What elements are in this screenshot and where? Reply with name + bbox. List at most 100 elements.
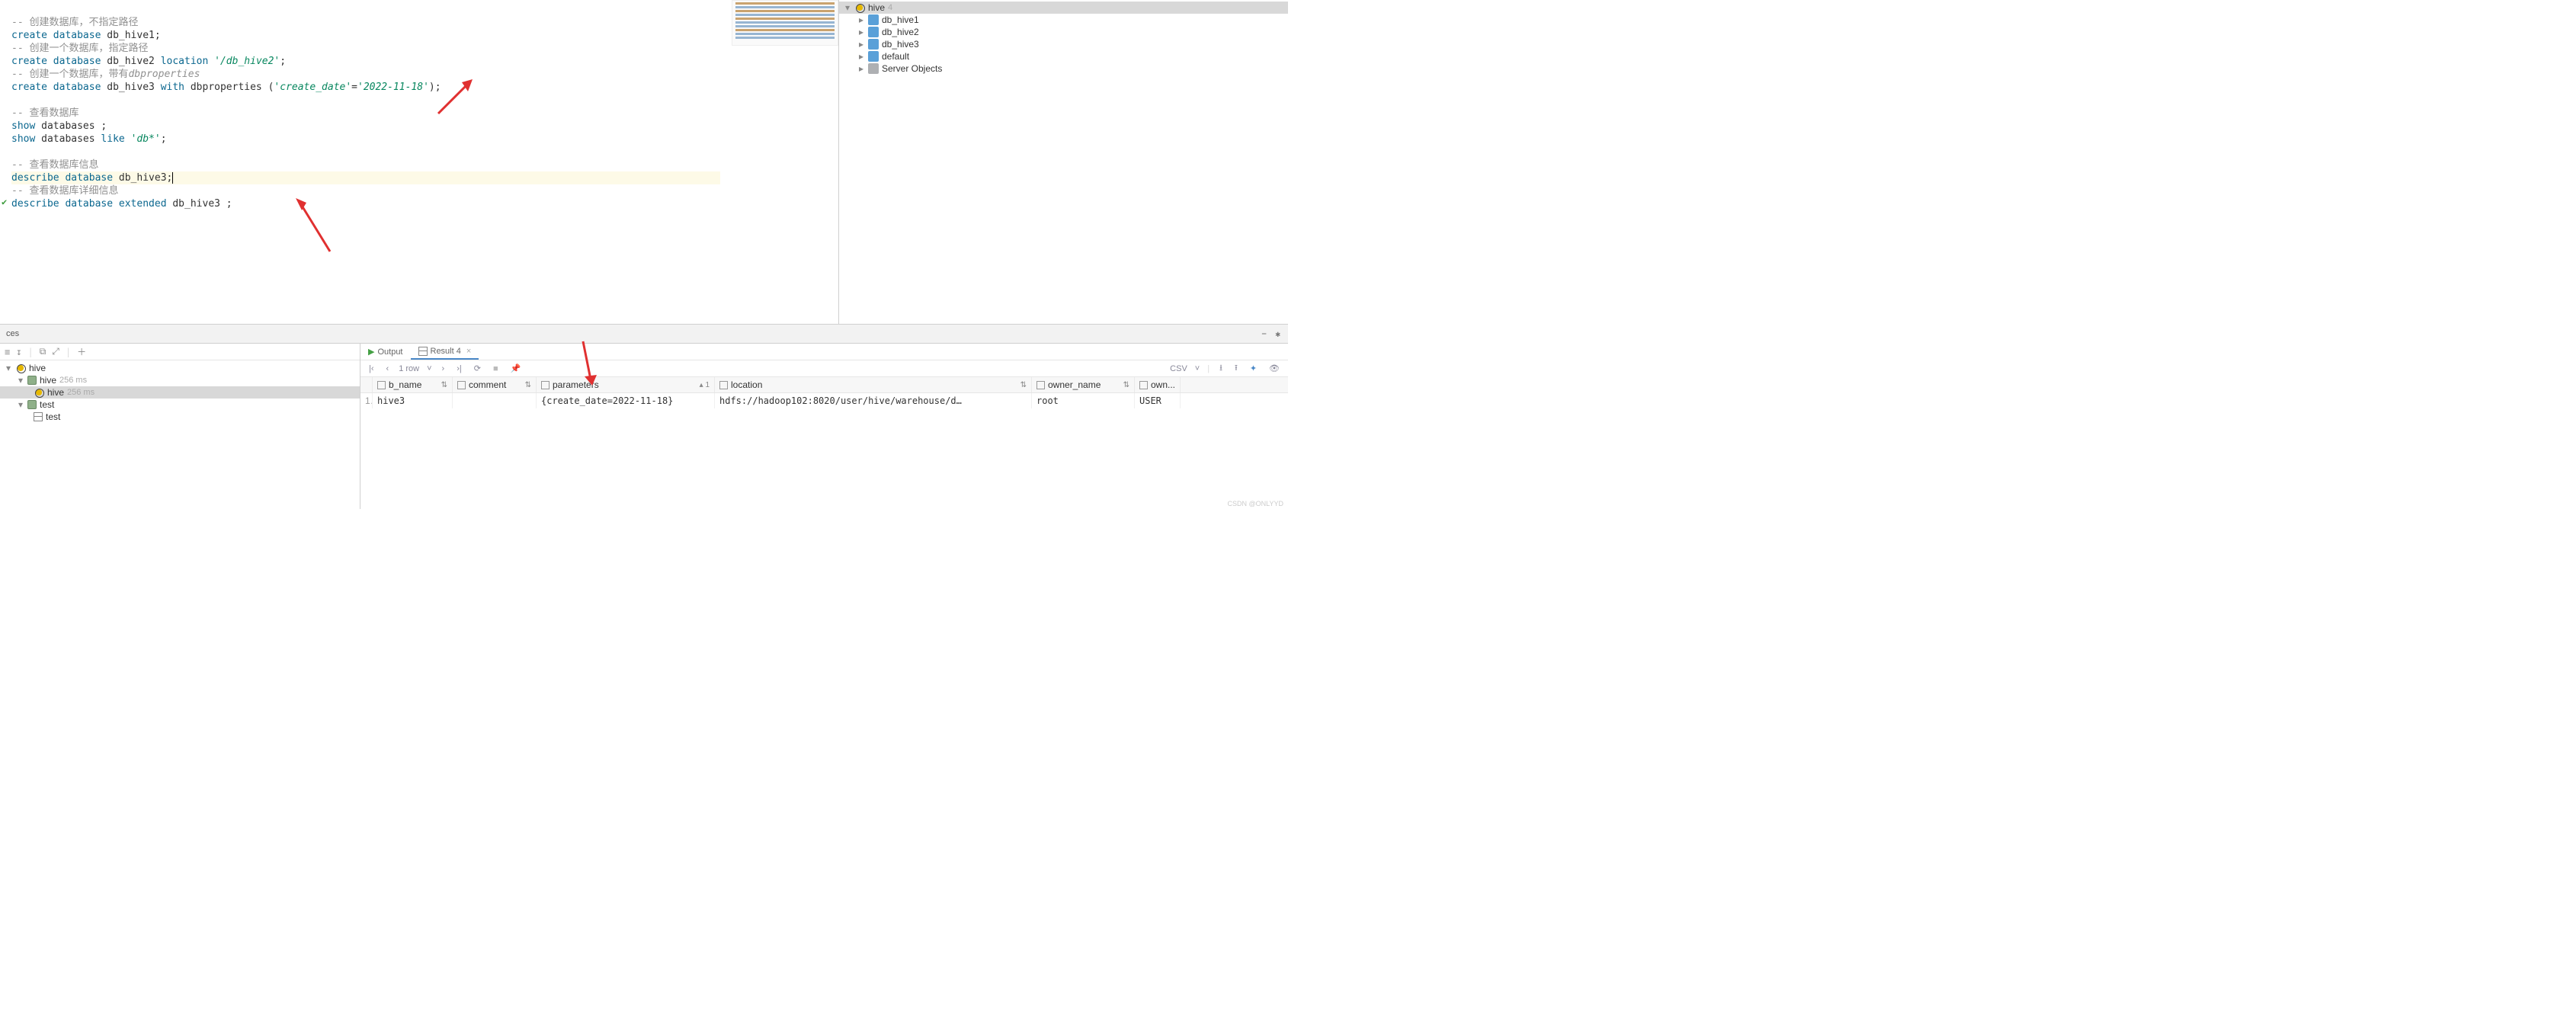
word: databases: [41, 133, 95, 145]
folder-icon: [868, 63, 879, 74]
db-node-db_hive1[interactable]: db_hive1: [839, 14, 1288, 26]
tree-label: test: [46, 411, 60, 422]
kw: database: [53, 56, 101, 67]
row-number-header[interactable]: [360, 377, 373, 392]
add-icon[interactable]: ＋: [77, 345, 86, 358]
word: dbproperties: [191, 82, 262, 93]
chevron-down-icon[interactable]: [5, 363, 12, 373]
code-comment: -- 创建一个数据库，带有dbproperties: [11, 69, 200, 80]
kw: location: [161, 56, 209, 67]
str: 'db*': [131, 133, 161, 145]
kw: database: [53, 82, 101, 93]
results-pane[interactable]: ▶ Output Result 4 × |‹ ‹ 1 row ˅ › ›| ⟳ …: [360, 344, 1288, 509]
editor-content[interactable]: -- 创建数据库，不指定路径 create database db_hive1;…: [0, 0, 838, 213]
panel-title: ces: [3, 329, 22, 338]
datasource-icon: [27, 400, 37, 409]
tab-result-4[interactable]: Result 4 ×: [411, 344, 479, 360]
cell-comment[interactable]: [453, 393, 537, 408]
expand-icon[interactable]: ✦: [1248, 363, 1259, 373]
db-node-db_hive3[interactable]: db_hive3: [839, 38, 1288, 50]
col-owner_name[interactable]: owner_name⇅: [1032, 377, 1135, 392]
eye-icon[interactable]: 👁: [1267, 363, 1282, 373]
services-session-test[interactable]: test: [0, 411, 360, 423]
prev-page-icon[interactable]: ‹: [384, 364, 392, 373]
play-icon: ▶: [368, 347, 374, 357]
tree-label: test: [40, 399, 54, 410]
chevron-right-icon[interactable]: [857, 51, 865, 62]
cell-location[interactable]: hdfs://hadoop102:8020/user/hive/warehous…: [715, 393, 1032, 408]
services-datasource-hive[interactable]: hive 256 ms: [0, 374, 360, 386]
first-page-icon[interactable]: |‹: [367, 364, 376, 373]
minimap[interactable]: [732, 0, 838, 46]
chevron-down-icon[interactable]: ˅: [427, 364, 431, 373]
kw: show: [11, 120, 35, 132]
close-icon[interactable]: ×: [464, 347, 471, 356]
cell-parameters[interactable]: {create_date=2022-11-18}: [537, 393, 715, 408]
col-own[interactable]: own...: [1135, 377, 1181, 392]
chevron-right-icon[interactable]: [857, 63, 865, 74]
kw: database: [65, 172, 113, 184]
result-tabs: ▶ Output Result 4 ×: [360, 344, 1288, 360]
expand-icon[interactable]: ⤢: [52, 346, 59, 357]
chevron-down-icon[interactable]: [17, 375, 24, 386]
reload-icon[interactable]: ⟳: [472, 363, 483, 373]
kw: extended: [119, 198, 167, 210]
tab-output[interactable]: ▶ Output: [360, 344, 411, 359]
cell-own[interactable]: USER: [1135, 393, 1181, 408]
kw: show: [11, 133, 35, 145]
ident: db_hive1: [107, 30, 155, 41]
filter-icon[interactable]: ≡: [5, 347, 10, 357]
hide-icon[interactable]: ⎯: [1258, 328, 1271, 339]
cell-owner_name[interactable]: root: [1032, 393, 1135, 408]
tree-label: Server Objects: [882, 63, 942, 74]
column-icon: [1036, 381, 1045, 389]
chevron-right-icon[interactable]: [857, 27, 865, 37]
db-node-default[interactable]: default: [839, 50, 1288, 62]
next-page-icon[interactable]: ›: [440, 364, 447, 373]
kw: describe: [11, 172, 59, 184]
kw: create: [11, 82, 47, 93]
download-icon[interactable]: ⭳: [1217, 361, 1225, 376]
gear-icon[interactable]: ✱: [1270, 329, 1285, 339]
database-tool-window[interactable]: hive 4 db_hive1 db_hive2 db_hive3: [839, 0, 1288, 325]
db-node-db_hive2[interactable]: db_hive2: [839, 26, 1288, 38]
export-format[interactable]: CSV: [1170, 364, 1187, 373]
column-icon: [719, 381, 728, 389]
sql-editor[interactable]: ✔ -- 创建数据库，不指定路径 create database db_hive…: [0, 0, 839, 325]
kw: describe: [11, 198, 59, 210]
kw: create: [11, 56, 47, 67]
layout-icon[interactable]: ⧉: [40, 346, 46, 357]
stop-icon[interactable]: ■: [491, 364, 501, 373]
chevron-right-icon[interactable]: [857, 14, 865, 25]
tree-label: db_hive3: [882, 39, 919, 50]
db-node-server-objects[interactable]: Server Objects: [839, 62, 1288, 75]
code-comment: -- 查看数据库: [11, 107, 78, 119]
cell-b_name[interactable]: hive3: [373, 393, 453, 408]
services-session-hive[interactable]: hive 256 ms: [0, 386, 360, 399]
db-root-hive[interactable]: hive 4: [839, 2, 1288, 14]
tab-label: Result 4: [431, 347, 461, 356]
database-icon: [868, 51, 879, 62]
pin-icon[interactable]: 📌: [508, 363, 524, 373]
collapse-icon[interactable]: ↧: [16, 347, 21, 357]
table-row[interactable]: 1 hive3 {create_date=2022-11-18} hdfs://…: [360, 393, 1288, 408]
services-tree-pane[interactable]: ≡ ↧ | ⧉ ⤢ | ＋ hive hive 256 ms: [0, 344, 360, 509]
chevron-down-icon[interactable]: [844, 2, 851, 13]
col-b_name[interactable]: b_name⇅: [373, 377, 453, 392]
code-comment: -- 创建一个数据库，指定路径: [11, 43, 148, 54]
chevron-down-icon[interactable]: ˅: [1195, 364, 1200, 373]
services-datasource-test[interactable]: test: [0, 399, 360, 411]
upload-icon[interactable]: ⭱: [1232, 361, 1240, 376]
hive-icon: [34, 387, 44, 398]
table-icon: [34, 412, 43, 421]
chevron-down-icon[interactable]: [17, 399, 24, 410]
last-page-icon[interactable]: ›|: [454, 364, 464, 373]
tree-label: db_hive1: [882, 14, 919, 25]
col-comment[interactable]: comment⇅: [453, 377, 537, 392]
hive-icon: [854, 2, 865, 13]
col-parameters[interactable]: parameters▴ 1: [537, 377, 715, 392]
services-root-hive[interactable]: hive: [0, 362, 360, 374]
kw: with: [161, 82, 184, 93]
col-location[interactable]: location⇅: [715, 377, 1032, 392]
chevron-right-icon[interactable]: [857, 39, 865, 50]
